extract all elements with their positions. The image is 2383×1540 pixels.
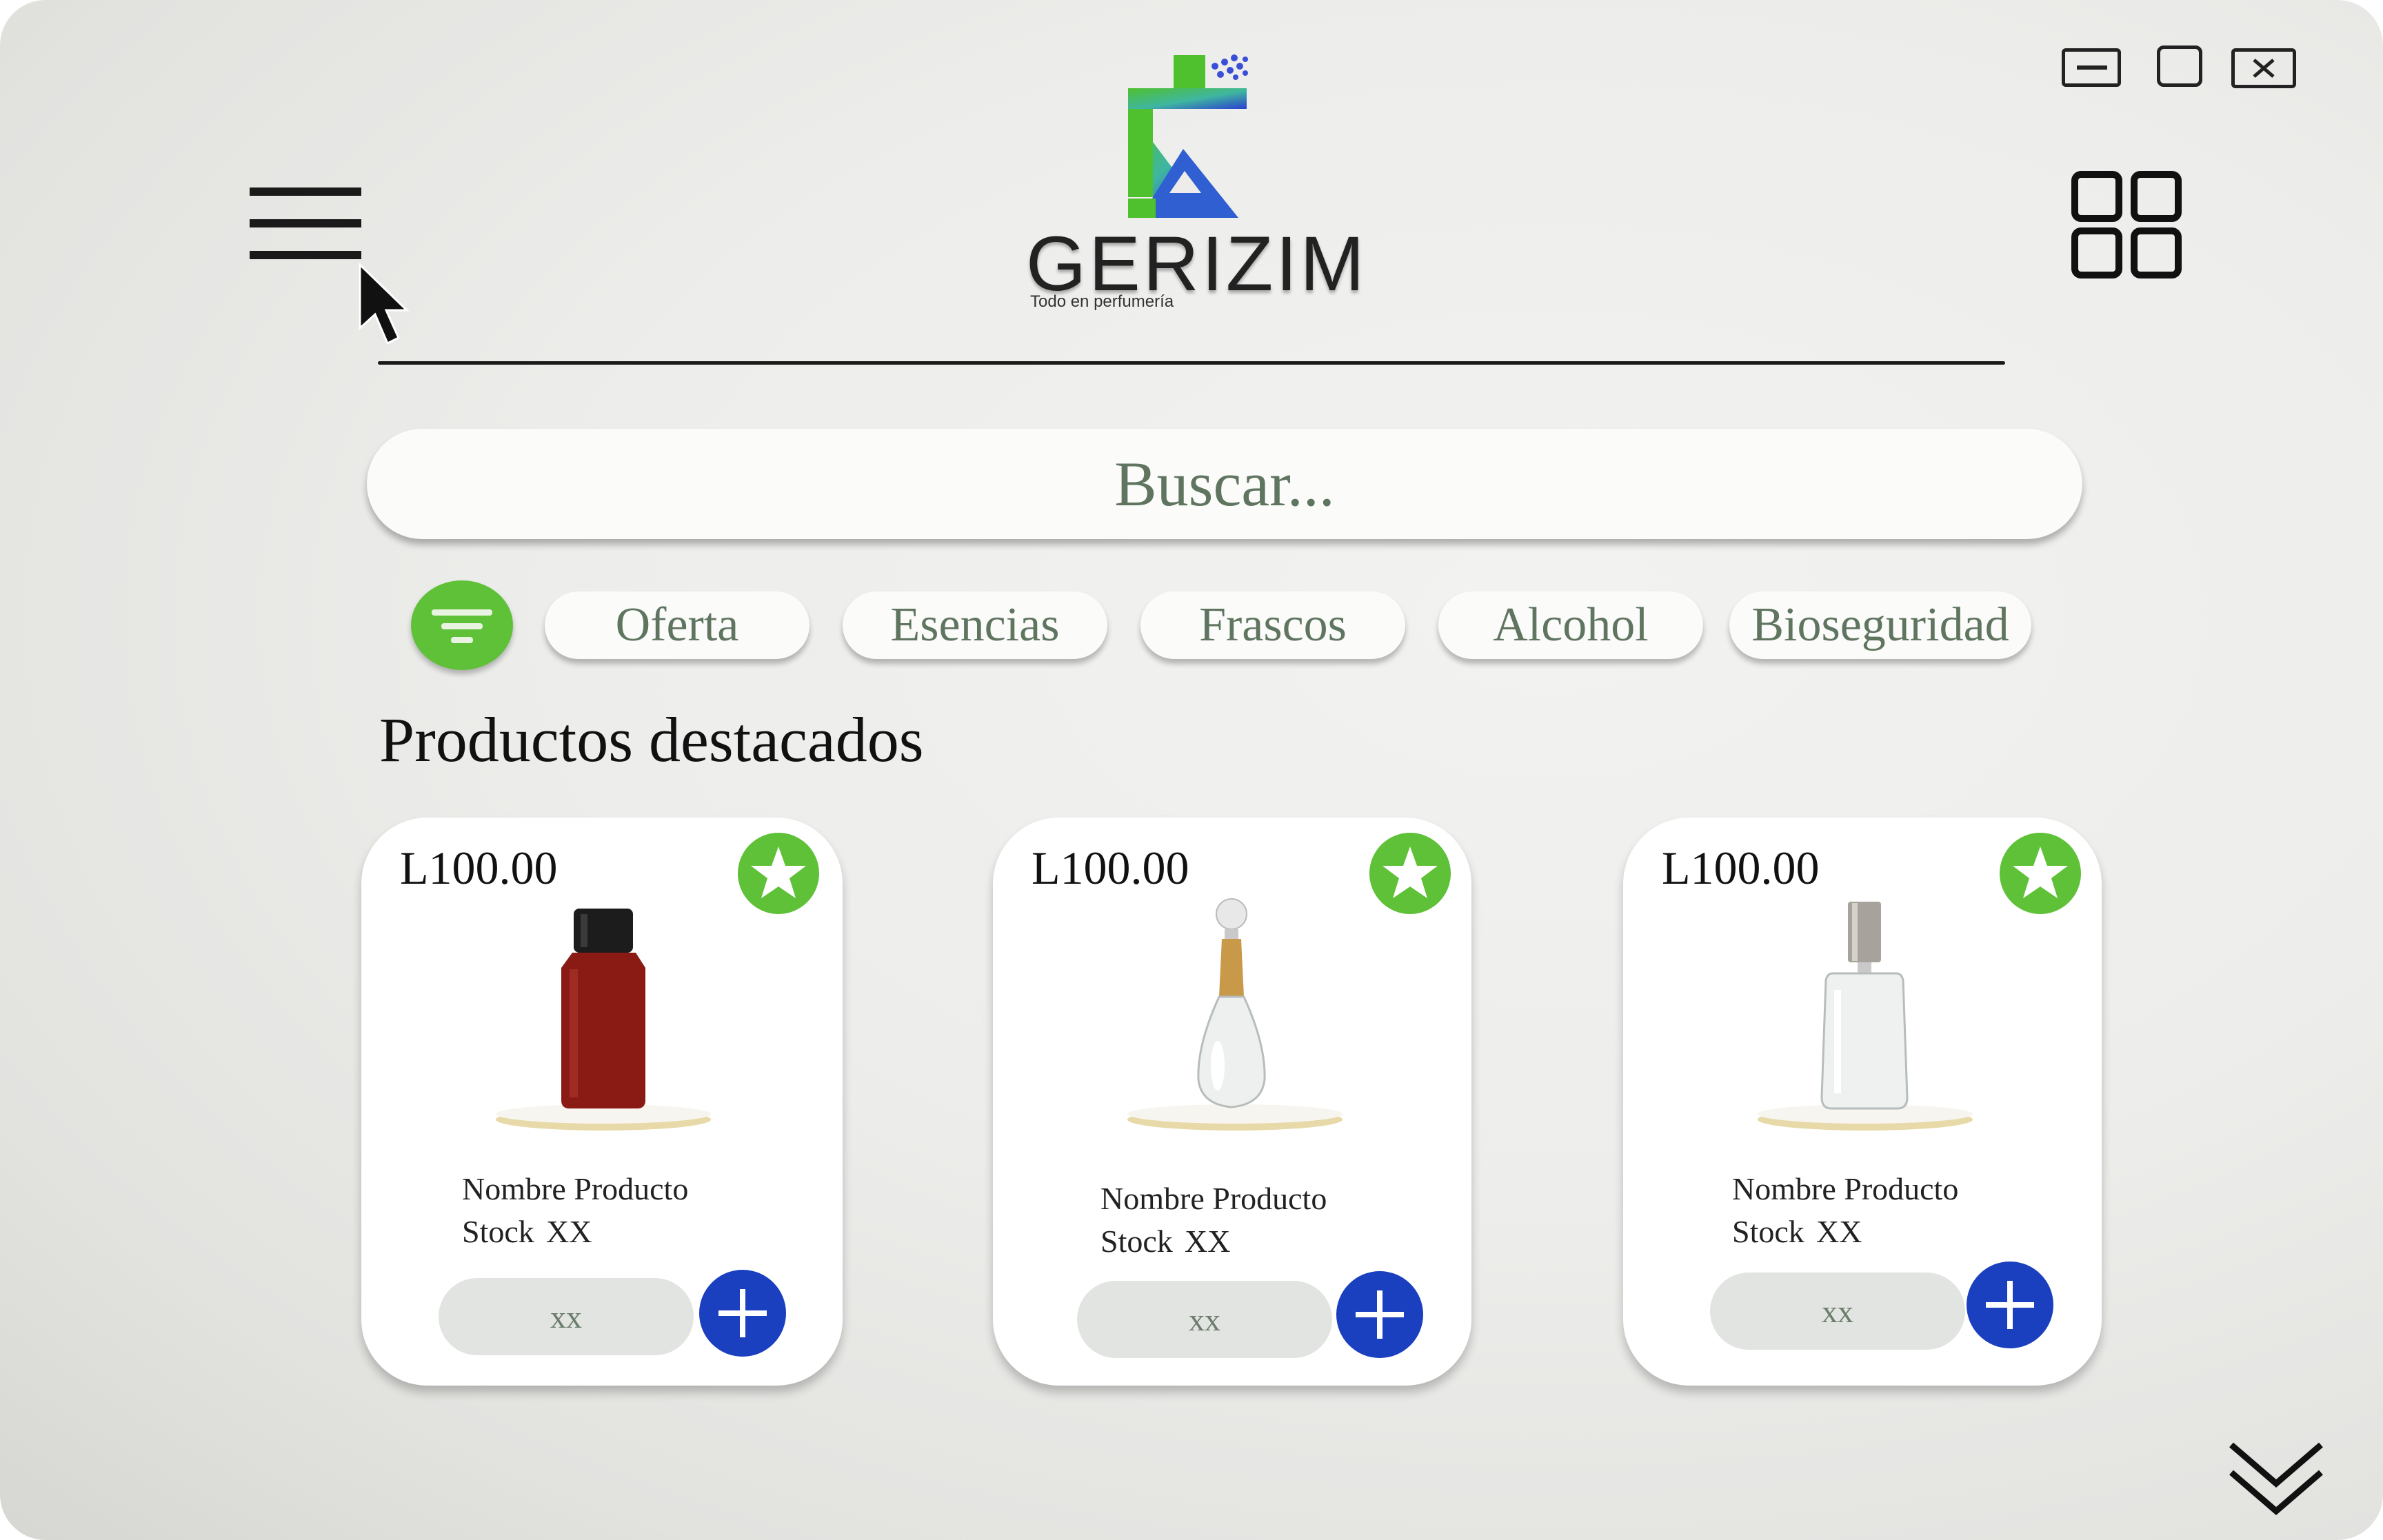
filter-chip-frascos[interactable]: Frascos xyxy=(1140,591,1405,659)
add-to-cart-button[interactable] xyxy=(1967,1262,2053,1348)
quantity-value: xx xyxy=(1189,1301,1220,1337)
favorite-star-button[interactable] xyxy=(738,833,819,914)
product-image xyxy=(1127,898,1343,1131)
search-input[interactable]: Buscar... xyxy=(367,429,2082,539)
product-name: Nombre Producto xyxy=(462,1171,689,1206)
favorite-star-button[interactable] xyxy=(2000,833,2081,914)
filter-chip-esencias[interactable]: Esencias xyxy=(843,591,1107,659)
app-window: GERIZIM Todo en perfumería Buscar... Ofe… xyxy=(0,0,2383,1540)
double-chevron-down-icon[interactable] xyxy=(2226,1437,2326,1521)
filter-chip-alcohol[interactable]: Alcohol xyxy=(1438,591,1703,659)
quantity-field[interactable]: xx xyxy=(439,1278,694,1355)
star-icon xyxy=(751,847,806,898)
product-stock-value: XX xyxy=(1185,1224,1231,1259)
mouse-cursor-icon xyxy=(359,262,410,345)
chip-label: Frascos xyxy=(1199,598,1347,651)
close-icon[interactable] xyxy=(2231,48,2296,88)
product-card[interactable]: L100.00 Nombre Producto Stock XX xx xyxy=(1623,818,2102,1386)
chip-label: Bioseguridad xyxy=(1751,598,2009,651)
star-icon xyxy=(1382,847,1438,898)
chip-label: Oferta xyxy=(615,598,739,651)
product-stock-value: XX xyxy=(1816,1214,1862,1249)
minimize-icon[interactable] xyxy=(2062,48,2121,87)
quantity-value: xx xyxy=(1822,1293,1853,1329)
header-divider xyxy=(378,361,2005,365)
product-price: L100.00 xyxy=(1662,842,1820,894)
favorite-star-button[interactable] xyxy=(1369,833,1451,914)
chip-label: Alcohol xyxy=(1493,598,1649,651)
filter-chip-oferta[interactable]: Oferta xyxy=(545,591,810,659)
filter-button[interactable] xyxy=(411,580,513,670)
product-name: Nombre Producto xyxy=(1100,1181,1327,1216)
product-card[interactable]: L100.00 Nombre Producto Stock XX xx xyxy=(993,818,1471,1386)
section-title: Productos destacados xyxy=(379,705,924,775)
add-to-cart-button[interactable] xyxy=(699,1270,786,1357)
product-card[interactable]: L100.00 Nombre Producto Stock XX xx xyxy=(361,818,843,1386)
filter-icon xyxy=(411,580,513,670)
filter-chip-bioseguridad[interactable]: Bioseguridad xyxy=(1729,591,2031,659)
plus-icon xyxy=(1986,1281,2034,1329)
product-image xyxy=(496,909,711,1131)
add-to-cart-button[interactable] xyxy=(1336,1271,1423,1358)
plus-icon xyxy=(1356,1290,1404,1339)
quantity-field[interactable]: xx xyxy=(1710,1273,1965,1350)
product-price: L100.00 xyxy=(1032,842,1189,894)
grid-view-icon[interactable] xyxy=(2071,171,2182,278)
product-stock-label: Stock xyxy=(462,1214,534,1249)
brand-logo: GERIZIM Todo en perfumería xyxy=(1020,39,1372,321)
quantity-value: xx xyxy=(550,1299,582,1335)
product-stock-value: XX xyxy=(546,1214,592,1249)
search-placeholder: Buscar... xyxy=(1114,449,1335,519)
product-image xyxy=(1758,902,1973,1131)
chip-label: Esencias xyxy=(890,598,1060,651)
product-stock-label: Stock xyxy=(1732,1214,1804,1249)
plus-icon xyxy=(718,1289,767,1337)
hamburger-menu-icon[interactable] xyxy=(250,188,361,262)
product-price: L100.00 xyxy=(400,842,558,894)
star-icon xyxy=(2013,847,2068,898)
brand-tagline: Todo en perfumería xyxy=(1030,292,1174,311)
product-stock-label: Stock xyxy=(1100,1224,1173,1259)
quantity-field[interactable]: xx xyxy=(1077,1281,1332,1358)
perfume-bottle-logo-icon xyxy=(1128,54,1248,218)
product-name: Nombre Producto xyxy=(1732,1171,1959,1206)
maximize-icon[interactable] xyxy=(2157,45,2202,87)
